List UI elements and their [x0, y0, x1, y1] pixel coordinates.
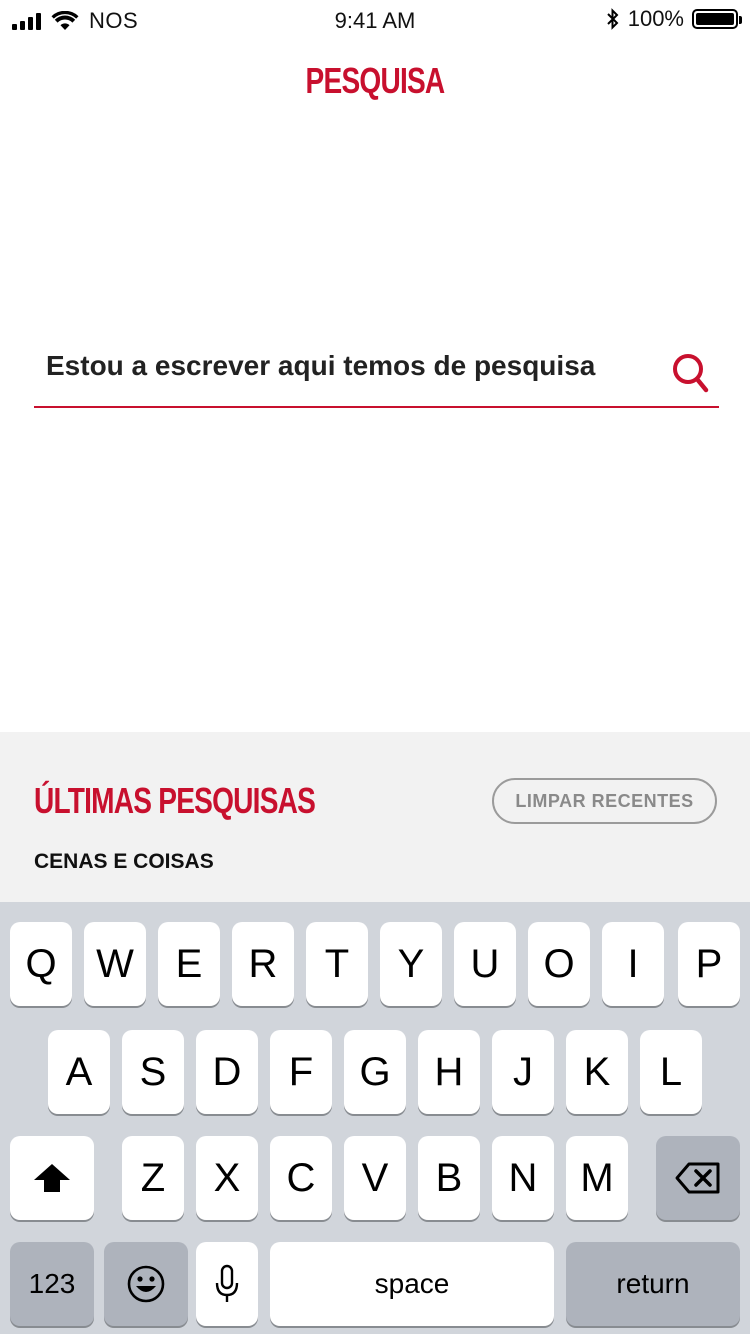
search-field[interactable]	[34, 340, 719, 408]
key-z[interactable]: Z	[122, 1136, 184, 1220]
microphone-icon	[215, 1264, 239, 1302]
backspace-icon	[675, 1162, 720, 1194]
key-c[interactable]: C	[270, 1136, 332, 1220]
key-f[interactable]: F	[270, 1030, 332, 1114]
recent-searches-panel: ÚLTIMAS PESQUISAS LIMPAR RECENTES CENAS …	[0, 732, 750, 902]
key-x[interactable]: X	[196, 1136, 258, 1220]
key-a[interactable]: A	[48, 1030, 110, 1114]
emoji-icon	[127, 1265, 165, 1303]
key-g[interactable]: G	[344, 1030, 406, 1114]
key-t[interactable]: T	[306, 922, 368, 1006]
space-key[interactable]: space	[270, 1242, 554, 1326]
battery-icon	[692, 9, 742, 29]
key-i[interactable]: I	[602, 922, 664, 1006]
key-q[interactable]: Q	[10, 922, 72, 1006]
return-key[interactable]: return	[566, 1242, 740, 1326]
key-r[interactable]: R	[232, 922, 294, 1006]
key-n[interactable]: N	[492, 1136, 554, 1220]
keyboard: Q W E R T Y U O I P A S D F G H J K L Z …	[0, 902, 750, 1334]
page-title: PESQUISA	[305, 60, 446, 101]
recent-search-item[interactable]: CENAS E COISAS	[34, 850, 214, 874]
key-p[interactable]: P	[678, 922, 740, 1006]
search-input[interactable]	[46, 350, 646, 382]
search-icon[interactable]	[671, 352, 709, 394]
shift-icon	[34, 1164, 70, 1192]
bluetooth-icon	[607, 8, 619, 30]
key-w[interactable]: W	[84, 922, 146, 1006]
emoji-key[interactable]	[104, 1242, 188, 1326]
recent-searches-title: ÚLTIMAS PESQUISAS	[34, 780, 316, 821]
key-h[interactable]: H	[418, 1030, 480, 1114]
key-j[interactable]: J	[492, 1030, 554, 1114]
battery-percentage: 100%	[627, 6, 684, 31]
numbers-key[interactable]: 123	[10, 1242, 94, 1326]
clear-recents-button[interactable]: LIMPAR RECENTES	[492, 778, 717, 824]
key-e[interactable]: E	[158, 922, 220, 1006]
key-v[interactable]: V	[344, 1136, 406, 1220]
battery-status: 100%	[606, 6, 742, 32]
key-u[interactable]: U	[454, 922, 516, 1006]
status-bar: NOS 9:41 AM 100%	[0, 0, 750, 40]
key-k[interactable]: K	[566, 1030, 628, 1114]
shift-key[interactable]	[10, 1136, 94, 1220]
dictation-key[interactable]	[196, 1242, 258, 1326]
delete-key[interactable]	[656, 1136, 740, 1220]
key-o[interactable]: O	[528, 922, 590, 1006]
key-s[interactable]: S	[122, 1030, 184, 1114]
key-l[interactable]: L	[640, 1030, 702, 1114]
key-d[interactable]: D	[196, 1030, 258, 1114]
key-b[interactable]: B	[418, 1136, 480, 1220]
key-y[interactable]: Y	[380, 922, 442, 1006]
key-m[interactable]: M	[566, 1136, 628, 1220]
